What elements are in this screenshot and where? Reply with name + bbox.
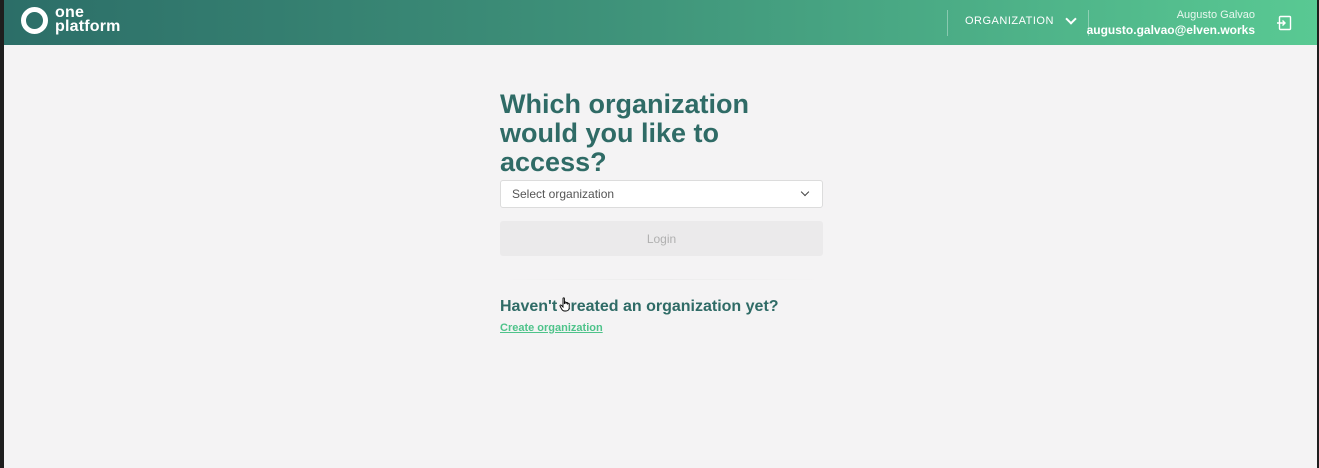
logo-text: one platform — [55, 5, 121, 35]
hand-cursor-icon — [559, 297, 570, 312]
user-name: Augusto Galvao — [1176, 9, 1255, 21]
organization-selector-panel: Which organization would you like to acc… — [500, 90, 823, 336]
logo[interactable]: one platform — [21, 5, 121, 35]
create-organization-heading: Haven't created an organization yet? — [500, 298, 779, 315]
header-divider — [947, 10, 948, 36]
user-info: Augusto Galvao augusto.galvao@elven.work… — [1087, 9, 1255, 37]
login-button[interactable]: Login — [500, 221, 823, 256]
top-bar: one platform ORGANIZATION Augusto Galvao… — [4, 0, 1317, 45]
circle-logo-icon — [21, 6, 48, 34]
logo-line-2: platform — [55, 18, 121, 35]
organization-select[interactable]: Select organization — [500, 180, 823, 208]
page-title-line-2: would you like to access? — [500, 118, 720, 177]
organization-switcher[interactable]: ORGANIZATION — [965, 13, 1077, 27]
organization-switcher-label: ORGANIZATION — [965, 15, 1054, 27]
page-title-line-1: Which organization — [500, 89, 749, 119]
user-email: augusto.galvao@elven.works — [1086, 23, 1255, 37]
create-organization-link[interactable]: Create organization — [500, 322, 603, 334]
logout-icon[interactable] — [1276, 15, 1292, 31]
chevron-down-icon — [800, 187, 810, 197]
app-window: one platform ORGANIZATION Augusto Galvao… — [4, 0, 1317, 468]
section-divider — [500, 279, 823, 280]
chevron-down-icon — [1065, 13, 1077, 25]
organization-select-placeholder: Select organization — [512, 187, 615, 201]
page-title: Which organization would you like to acc… — [500, 90, 823, 177]
